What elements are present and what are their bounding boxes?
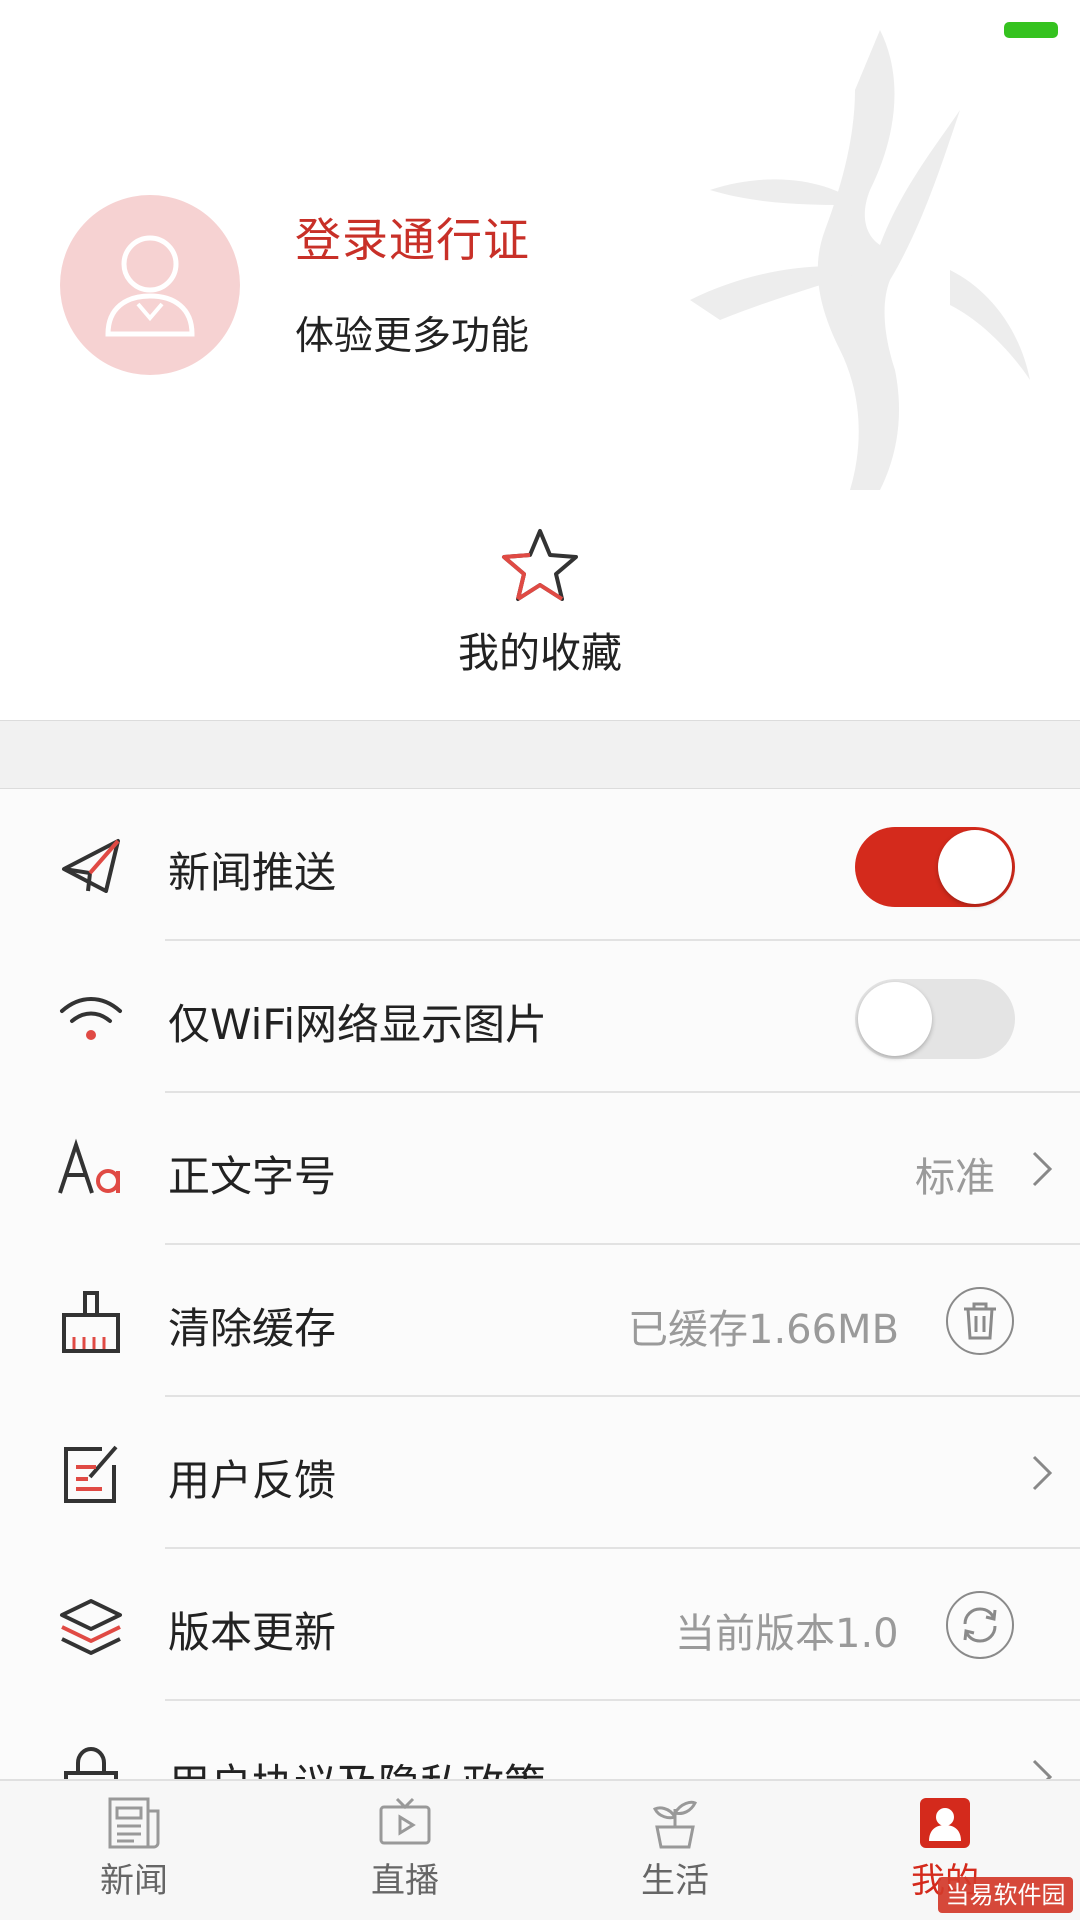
tab-life[interactable]: 生活 bbox=[605, 1795, 745, 1915]
setting-privacy-policy[interactable]: 用户协议及隐私政策 bbox=[0, 1701, 1080, 1779]
version-value: 当前版本1.0 bbox=[675, 1611, 899, 1657]
section-gap bbox=[0, 721, 1080, 788]
paper-plane-icon bbox=[58, 833, 124, 899]
setting-label: 清除缓存 bbox=[168, 1304, 337, 1353]
setting-label: 版本更新 bbox=[168, 1608, 337, 1657]
setting-label: 用户协议及隐私政策 bbox=[168, 1751, 546, 1779]
favorites-button[interactable]: 我的收藏 bbox=[390, 525, 690, 690]
layers-icon bbox=[58, 1593, 124, 1659]
wifi-icon bbox=[58, 985, 124, 1051]
favorites-label: 我的收藏 bbox=[458, 629, 622, 677]
login-subtitle: 体验更多功能 bbox=[295, 314, 530, 359]
login-title[interactable]: 登录通行证 bbox=[295, 204, 530, 270]
chevron-right-icon bbox=[1032, 1759, 1053, 1779]
setting-label: 仅WiFi网络显示图片 bbox=[168, 1000, 548, 1049]
tab-label: 新闻 bbox=[100, 1861, 168, 1901]
setting-label: 正文字号 bbox=[168, 1152, 337, 1201]
newspaper-icon bbox=[108, 1797, 160, 1849]
tv-icon bbox=[379, 1797, 431, 1845]
setting-version-update[interactable]: 版本更新 当前版本1.0 bbox=[0, 1549, 1080, 1701]
plant-icon bbox=[652, 1800, 698, 1849]
trash-button[interactable] bbox=[946, 1287, 1014, 1355]
setting-wifi-images[interactable]: 仅WiFi网络显示图片 bbox=[0, 941, 1080, 1093]
font-size-icon bbox=[58, 1137, 124, 1203]
lock-icon bbox=[58, 1745, 124, 1779]
trash-icon bbox=[964, 1302, 996, 1340]
toggle-knob bbox=[938, 830, 1012, 904]
news-push-toggle[interactable] bbox=[855, 827, 1015, 907]
profile-icon bbox=[920, 1798, 970, 1848]
refresh-button[interactable] bbox=[946, 1591, 1014, 1659]
user-icon bbox=[105, 235, 195, 337]
tab-label: 直播 bbox=[371, 1861, 439, 1901]
edit-icon bbox=[58, 1441, 124, 1507]
star-icon bbox=[502, 529, 578, 601]
tab-label: 生活 bbox=[641, 1861, 709, 1901]
font-size-value: 标准 bbox=[915, 1155, 995, 1201]
refresh-icon bbox=[963, 1607, 997, 1643]
chevron-right-icon bbox=[1032, 1151, 1053, 1187]
setting-label: 用户反馈 bbox=[168, 1456, 337, 1505]
setting-news-push[interactable]: 新闻推送 bbox=[0, 789, 1080, 941]
wifi-images-toggle[interactable] bbox=[855, 979, 1015, 1059]
watermark-badge: 当易软件园 bbox=[938, 1877, 1073, 1913]
bottom-tab-bar: 新闻 直播 生活 我的 bbox=[0, 1779, 1080, 1920]
setting-clear-cache[interactable]: 清除缓存 已缓存1.66MB bbox=[0, 1245, 1080, 1397]
settings-list: 新闻推送 仅WiFi网络显示图片 正文字号 标准 清除缓存 已缓存1.66MB … bbox=[0, 789, 1080, 1779]
cache-size-value: 已缓存1.66MB bbox=[628, 1307, 900, 1353]
setting-label: 新闻推送 bbox=[168, 848, 337, 897]
decorative-watermark bbox=[690, 30, 1030, 490]
broom-icon bbox=[58, 1289, 124, 1355]
toggle-knob bbox=[858, 982, 932, 1056]
setting-feedback[interactable]: 用户反馈 bbox=[0, 1397, 1080, 1549]
tab-news[interactable]: 新闻 bbox=[64, 1795, 204, 1915]
avatar[interactable] bbox=[60, 195, 240, 375]
chevron-right-icon bbox=[1032, 1455, 1053, 1491]
setting-font-size[interactable]: 正文字号 标准 bbox=[0, 1093, 1080, 1245]
tab-live[interactable]: 直播 bbox=[335, 1795, 475, 1915]
